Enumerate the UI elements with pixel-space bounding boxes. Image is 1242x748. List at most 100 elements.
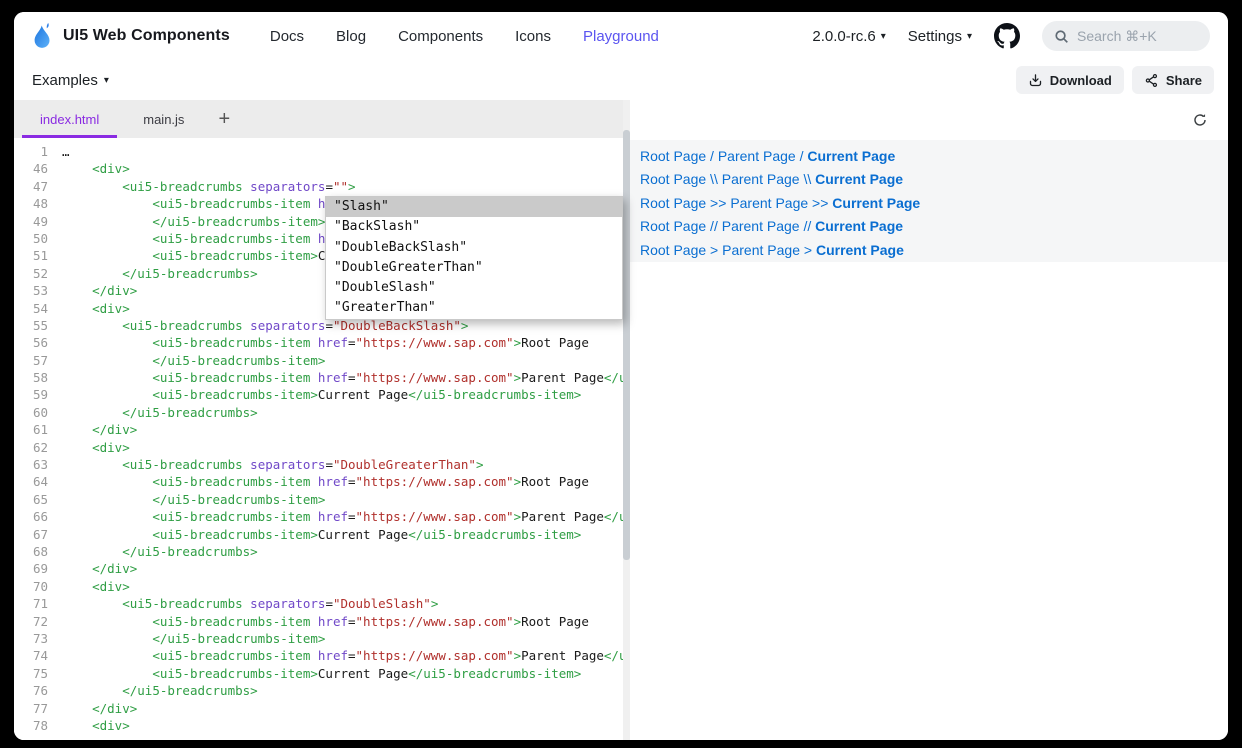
autocomplete-popup: "Slash""BackSlash""DoubleBackSlash""Doub… xyxy=(325,196,623,320)
line-number: 63 xyxy=(14,456,48,473)
code-text: </ui5-breadcrumbs> xyxy=(62,404,258,421)
breadcrumb-link[interactable]: Parent Page xyxy=(722,218,800,234)
code-text: </div> xyxy=(62,700,137,717)
editor-scrollbar[interactable] xyxy=(623,130,630,560)
breadcrumb-current: Current Page xyxy=(832,195,920,211)
share-icon xyxy=(1144,73,1159,88)
breadcrumb-row: Root Page >> Parent Page >> Current Page xyxy=(640,192,1228,215)
code-text: <ui5-breadcrumbs-item href="https://www.… xyxy=(62,473,589,490)
autocomplete-item[interactable]: "DoubleBackSlash" xyxy=(326,238,622,258)
nav-item-icons[interactable]: Icons xyxy=(515,28,551,45)
line-number: 1 xyxy=(14,143,48,160)
add-tab-button[interactable]: + xyxy=(206,100,242,138)
examples-menu[interactable]: Examples ▾ xyxy=(32,72,109,89)
code-line[interactable]: 68 </ui5-breadcrumbs> xyxy=(14,543,623,560)
code-line[interactable]: 63 <ui5-breadcrumbs separators="DoubleGr… xyxy=(14,456,623,473)
refresh-button[interactable] xyxy=(1190,110,1210,130)
code-text: <ui5-breadcrumbs-item href="https://www.… xyxy=(62,369,623,386)
code-line[interactable]: 69 </div> xyxy=(14,560,623,577)
code-text: … xyxy=(62,143,70,160)
brand[interactable]: UI5 Web Components xyxy=(32,22,230,50)
code-line[interactable]: 62 <div> xyxy=(14,439,623,456)
code-line[interactable]: 61 </div> xyxy=(14,421,623,438)
share-label: Share xyxy=(1166,73,1202,88)
settings-menu[interactable]: Settings ▾ xyxy=(908,28,972,45)
breadcrumb-link[interactable]: Parent Page xyxy=(722,171,800,187)
share-button[interactable]: Share xyxy=(1132,66,1214,94)
download-button[interactable]: Download xyxy=(1016,66,1124,94)
code-line[interactable]: 76 </ui5-breadcrumbs> xyxy=(14,682,623,699)
code-line[interactable]: 72 <ui5-breadcrumbs-item href="https://w… xyxy=(14,613,623,630)
line-number: 72 xyxy=(14,613,48,630)
breadcrumb-link[interactable]: Root Page xyxy=(640,195,706,211)
code-text: <ui5-breadcrumbs-item href="https://www.… xyxy=(62,647,623,664)
code-line[interactable]: 78 <div> xyxy=(14,717,623,734)
code-line[interactable]: 70 <div> xyxy=(14,578,623,595)
autocomplete-item[interactable]: "DoubleGreaterThan" xyxy=(326,258,622,278)
code-line[interactable]: 47 <ui5-breadcrumbs separators=""> xyxy=(14,178,623,195)
code-text: <div> xyxy=(62,160,130,177)
breadcrumb-separator: >> xyxy=(706,195,730,211)
code-line[interactable]: 67 <ui5-breadcrumbs-item>Current Page</u… xyxy=(14,526,623,543)
code-line[interactable]: 58 <ui5-breadcrumbs-item href="https://w… xyxy=(14,369,623,386)
line-number: 47 xyxy=(14,178,48,195)
tab-main.js[interactable]: main.js xyxy=(121,100,206,138)
code-line[interactable]: 77 </div> xyxy=(14,700,623,717)
breadcrumb-link[interactable]: Root Page xyxy=(640,242,706,258)
code-line[interactable]: 74 <ui5-breadcrumbs-item href="https://w… xyxy=(14,647,623,664)
code-line[interactable]: 71 <ui5-breadcrumbs separators="DoubleSl… xyxy=(14,595,623,612)
line-number: 62 xyxy=(14,439,48,456)
line-number: 69 xyxy=(14,560,48,577)
breadcrumb-link[interactable]: Parent Page xyxy=(730,195,808,211)
code-line[interactable]: 57 </ui5-breadcrumbs-item> xyxy=(14,352,623,369)
code-line[interactable]: 65 </ui5-breadcrumbs-item> xyxy=(14,491,623,508)
line-number: 60 xyxy=(14,404,48,421)
tab-index.html[interactable]: index.html xyxy=(18,100,121,138)
code-line[interactable]: 75 <ui5-breadcrumbs-item>Current Page</u… xyxy=(14,665,623,682)
breadcrumb-link[interactable]: Root Page xyxy=(640,148,706,164)
code-line[interactable]: 59 <ui5-breadcrumbs-item>Current Page</u… xyxy=(14,386,623,403)
bar-buttons: Download Share xyxy=(1016,66,1214,94)
ui5-flame-logo-icon xyxy=(32,22,53,50)
nav-item-blog[interactable]: Blog xyxy=(336,28,366,45)
code-text: </ui5-breadcrumbs-item> xyxy=(62,491,325,508)
nav-item-docs[interactable]: Docs xyxy=(270,28,304,45)
breadcrumb-link[interactable]: Root Page xyxy=(640,171,706,187)
code-text: </div> xyxy=(62,421,137,438)
app-header: UI5 Web Components Docs Blog Components Ico… xyxy=(14,12,1228,60)
code-text: <ui5-breadcrumbs-item>Current Page</ui5-… xyxy=(62,386,581,403)
code-line[interactable]: 60 </ui5-breadcrumbs> xyxy=(14,404,623,421)
preview-content: Root Page / Parent Page / Current PageRo… xyxy=(630,140,1228,262)
autocomplete-item[interactable]: "DoubleSlash" xyxy=(326,278,622,298)
code-text: <ui5-breadcrumbs-item href="https://www.… xyxy=(62,508,623,525)
code-line[interactable]: 56 <ui5-breadcrumbs-item href="https://w… xyxy=(14,334,623,351)
code-text: </ui5-breadcrumbs> xyxy=(62,543,258,560)
code-line[interactable]: 1… xyxy=(14,143,623,160)
line-number: 68 xyxy=(14,543,48,560)
version-menu[interactable]: 2.0.0-rc.6 ▾ xyxy=(812,28,885,45)
github-icon[interactable] xyxy=(994,23,1020,49)
nav-item-playground[interactable]: Playground xyxy=(583,28,659,45)
caret-down-icon: ▾ xyxy=(104,75,109,86)
code-text: <div> xyxy=(62,439,130,456)
breadcrumb-link[interactable]: Parent Page xyxy=(718,148,796,164)
code-line[interactable]: 64 <ui5-breadcrumbs-item href="https://w… xyxy=(14,473,623,490)
line-number: 71 xyxy=(14,595,48,612)
code-line[interactable]: 73 </ui5-breadcrumbs-item> xyxy=(14,630,623,647)
nav-item-components[interactable]: Components xyxy=(398,28,483,45)
breadcrumb-current: Current Page xyxy=(816,242,904,258)
pane-divider[interactable] xyxy=(623,100,630,740)
autocomplete-item[interactable]: "Slash" xyxy=(326,197,622,217)
settings-label: Settings xyxy=(908,28,962,45)
code-text: <div> xyxy=(62,717,130,734)
autocomplete-item[interactable]: "GreaterThan" xyxy=(326,298,622,318)
breadcrumb-link[interactable]: Root Page xyxy=(640,218,706,234)
breadcrumb-separator: > xyxy=(706,242,722,258)
search-input[interactable] xyxy=(1077,28,1197,44)
line-number: 46 xyxy=(14,160,48,177)
breadcrumb-link[interactable]: Parent Page xyxy=(722,242,800,258)
code-line[interactable]: 66 <ui5-breadcrumbs-item href="https://w… xyxy=(14,508,623,525)
autocomplete-item[interactable]: "BackSlash" xyxy=(326,217,622,237)
code-line[interactable]: 46 <div> xyxy=(14,160,623,177)
line-number: 73 xyxy=(14,630,48,647)
